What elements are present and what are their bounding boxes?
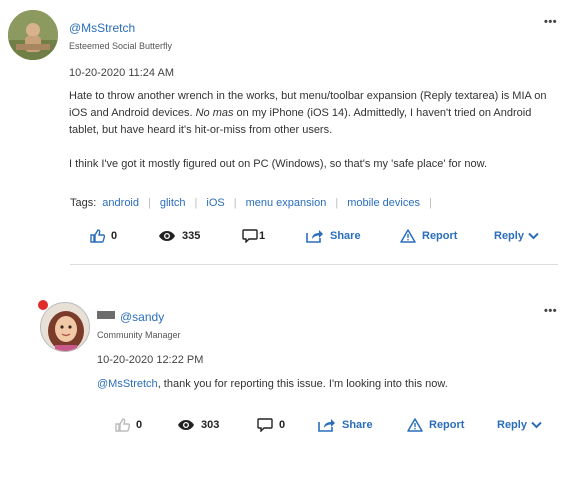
views-indicator: 303 [177, 419, 219, 431]
user-rank: Esteemed Social Butterfly [69, 41, 173, 51]
comments-count: 0 [279, 419, 286, 431]
user-rank: Community Manager [97, 330, 181, 340]
username-link[interactable]: @sandy [120, 310, 164, 324]
more-options-icon[interactable]: ••• [544, 305, 557, 317]
avatar[interactable] [40, 302, 90, 352]
report-label: Report [429, 419, 465, 431]
body-emphasis: No mas [195, 107, 234, 119]
chevron-down-icon [528, 232, 539, 240]
post-paragraph: Hate to throw another wrench in the work… [69, 88, 564, 139]
report-label: Report [422, 230, 458, 242]
avatar-image [8, 10, 58, 60]
share-button[interactable]: Share [318, 418, 373, 432]
share-button[interactable]: Share [306, 229, 361, 243]
like-button[interactable]: 0 [115, 418, 142, 432]
like-count: 0 [136, 419, 143, 431]
tag-android[interactable]: android [102, 197, 139, 209]
post-paragraph: @MsStretch, thank you for reporting this… [97, 376, 557, 393]
comment-icon [257, 418, 273, 432]
thumbs-up-icon [90, 229, 105, 243]
post-timestamp: 10-20-2020 11:24 AM [69, 67, 174, 79]
views-indicator: 335 [158, 230, 200, 242]
staff-role-icon [97, 311, 115, 319]
mention-link[interactable]: @MsStretch [97, 378, 158, 390]
username-link[interactable]: @MsStretch [69, 21, 135, 35]
tag-ios[interactable]: iOS [206, 197, 224, 209]
share-label: Share [342, 419, 373, 431]
comments-button[interactable]: 0 [257, 418, 285, 432]
post-divider [70, 264, 558, 265]
avatar[interactable] [8, 10, 58, 60]
chevron-down-icon [531, 421, 542, 429]
tag-separator: | [335, 197, 339, 209]
report-button[interactable]: Report [400, 229, 457, 243]
views-count: 335 [182, 230, 201, 242]
reply-label: Reply [494, 230, 524, 242]
post-body: Hate to throw another wrench in the work… [69, 88, 564, 173]
comments-button[interactable]: 1 [242, 229, 265, 243]
post-timestamp: 10-20-2020 12:22 PM [97, 354, 204, 366]
tag-list: Tags: android | glitch | iOS | menu expa… [70, 197, 441, 209]
report-icon [407, 418, 423, 432]
body-text: , thank you for reporting this issue. I'… [157, 378, 448, 390]
eye-icon [177, 419, 195, 431]
report-button[interactable]: Report [407, 418, 464, 432]
reply-label: Reply [497, 419, 527, 431]
tag-separator: | [428, 197, 432, 209]
comment-icon [242, 229, 258, 243]
like-count: 0 [111, 230, 118, 242]
tag-separator: | [233, 197, 237, 209]
post-body: @MsStretch, thank you for reporting this… [97, 376, 557, 393]
tag-menu-expansion[interactable]: menu expansion [246, 197, 327, 209]
like-button[interactable]: 0 [90, 229, 117, 243]
share-icon [318, 418, 336, 432]
reply-button[interactable]: Reply [494, 230, 539, 242]
more-options-icon[interactable]: ••• [544, 16, 557, 28]
reply-button[interactable]: Reply [497, 419, 542, 431]
share-label: Share [330, 230, 361, 242]
report-icon [400, 229, 416, 243]
avatar-image [41, 303, 89, 351]
tag-separator: | [148, 197, 151, 209]
post-paragraph: I think I've got it mostly figured out o… [69, 158, 488, 170]
share-icon [306, 229, 324, 243]
tag-mobile-devices[interactable]: mobile devices [347, 197, 420, 209]
views-count: 303 [201, 419, 220, 431]
comments-count: 1 [259, 230, 266, 242]
post-mstretch: ••• @MsStretch Esteemed Social Butterfly… [0, 0, 572, 270]
tag-glitch[interactable]: glitch [160, 197, 186, 209]
tag-separator: | [194, 197, 198, 209]
eye-icon [158, 230, 176, 242]
thumbs-up-icon [115, 418, 130, 432]
tags-label: Tags: [70, 197, 97, 209]
